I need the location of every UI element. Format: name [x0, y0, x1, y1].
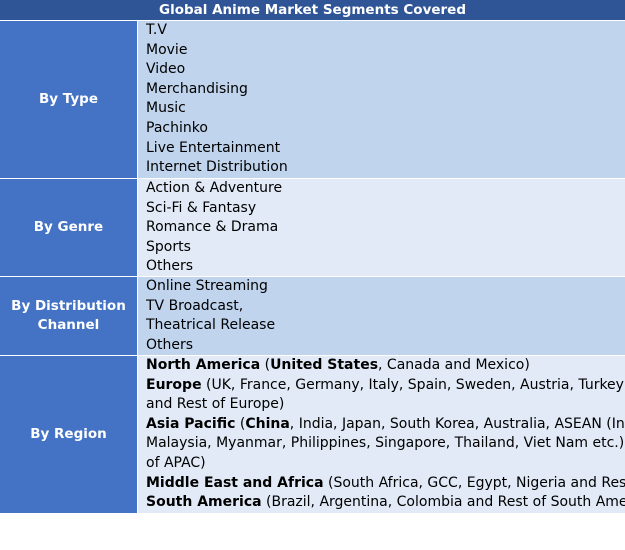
table-title: Global Anime Market Segments Covered: [0, 0, 625, 21]
list-item: Malaysia, Myanmar, Philippines, Singapor…: [146, 435, 625, 452]
list-item: T.V: [146, 22, 167, 38]
section-by-genre: By Genre Action & Adventure Sci-Fi & Fan…: [0, 179, 625, 277]
list-item: Pachinko: [146, 119, 208, 136]
list-item: TV Broadcast,: [146, 297, 244, 314]
section-label-line: By Distribution: [11, 297, 126, 314]
list-item: Europe (UK, France, Germany, Italy, Spai…: [146, 376, 625, 393]
section-label-line: Channel: [37, 317, 100, 333]
section-by-type: By Type T.V Movie Video Merchandising Mu…: [0, 21, 625, 179]
section-content-by-distribution-channel: Online Streaming TV Broadcast, Theatrica…: [138, 277, 625, 356]
list-item: South America (Brazil, Argentina, Colomb…: [146, 494, 625, 511]
list-item: Asia Pacific (China, India, Japan, South…: [146, 415, 625, 432]
list-item: Video: [146, 61, 186, 78]
section-content-by-region: North America (United States, Canada and…: [138, 356, 625, 514]
list-item: Live Entertainment: [146, 139, 281, 156]
list-item: of APAC): [146, 454, 206, 471]
list-item: Romance & Drama: [146, 219, 279, 236]
list-item: Sports: [146, 238, 191, 255]
section-label-by-distribution-channel: By Distribution Channel: [0, 277, 138, 356]
section-content-by-type: T.V Movie Video Merchandising Music Pach…: [138, 21, 625, 179]
section-label-by-region: By Region: [0, 356, 138, 514]
list-item: Others: [146, 336, 194, 353]
list-item: North America (United States, Canada and…: [146, 357, 530, 373]
section-content-by-genre: Action & Adventure Sci-Fi & Fantasy Roma…: [138, 179, 625, 277]
list-item: Online Streaming: [146, 278, 268, 294]
list-item: Theatrical Release: [146, 317, 276, 334]
list-item: Action & Adventure: [146, 180, 283, 196]
list-item: Internet Distribution: [146, 159, 288, 176]
section-label-by-genre: By Genre: [0, 179, 138, 277]
list-item: Movie: [146, 41, 188, 58]
list-item: and Rest of Europe): [146, 396, 285, 413]
section-by-region: By Region North America (United States, …: [0, 356, 625, 514]
section-label-by-type: By Type: [0, 21, 138, 179]
section-by-distribution-channel: By Distribution Channel Online Streaming…: [0, 277, 625, 356]
list-item: Middle East and Africa (South Africa, GC…: [146, 474, 625, 491]
list-item: Sci-Fi & Fantasy: [146, 199, 257, 216]
list-item: Merchandising: [146, 80, 248, 97]
list-item: Others: [146, 258, 194, 275]
list-item: Music: [146, 100, 186, 117]
